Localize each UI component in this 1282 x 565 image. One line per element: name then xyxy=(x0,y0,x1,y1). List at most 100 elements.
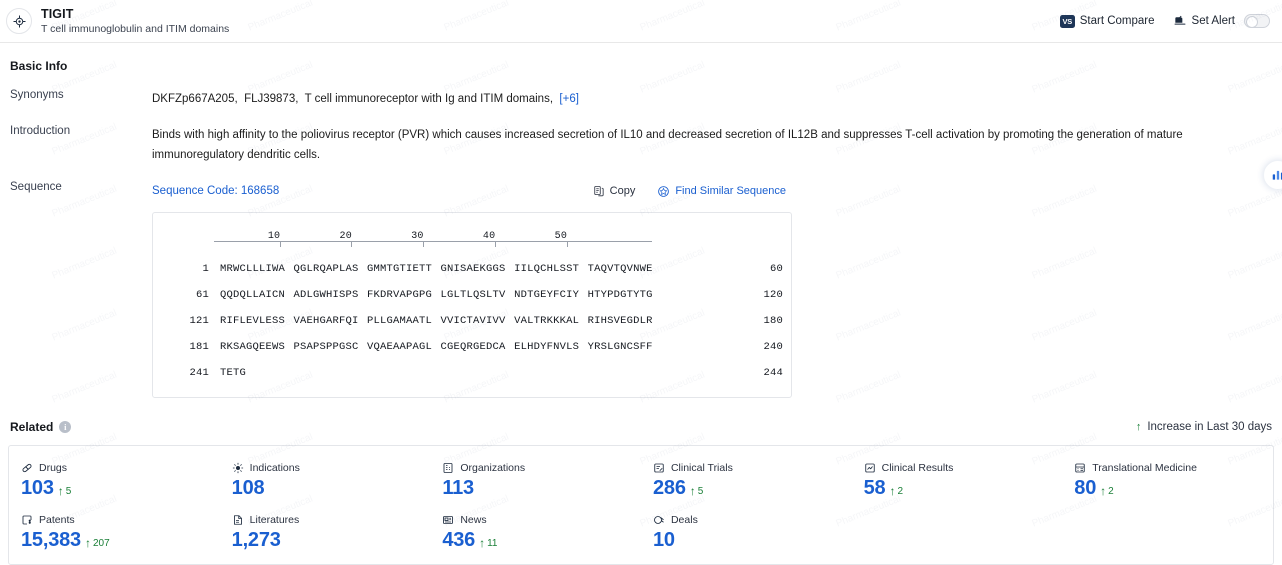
sequence-chunk: RKSAGQEEWS xyxy=(220,341,286,353)
card-header: News xyxy=(442,514,631,526)
card-header: Indications xyxy=(232,462,421,474)
related-title: Related xyxy=(10,420,54,434)
start-compare-button[interactable]: VS Start Compare xyxy=(1059,14,1155,28)
sequence-line: 61 QQDQLLAICN ADLGWHISPS FKDRVAPGPG LGLTLQSL… xyxy=(153,285,791,305)
card-header: Deals xyxy=(653,514,842,526)
find-similar-icon xyxy=(657,185,670,198)
sequence-chunk: GNISAEKGGS xyxy=(440,263,506,275)
related-title-wrap: Related i xyxy=(10,420,72,434)
sequence-chunk: VALTRKKKAL xyxy=(514,315,580,327)
card-label: News xyxy=(460,514,487,526)
sequence-actions: Copy Find Similar Sequence xyxy=(593,181,1274,201)
synonyms-row: Synonyms DKFZp667A205, FLJ39873, T cell … xyxy=(8,89,1274,109)
related-card-clinical-results[interactable]: Clinical Results 58 ↑ 2 xyxy=(852,456,1063,508)
related-card-organizations[interactable]: Organizations 113 xyxy=(430,456,641,508)
card-value-wrap: 286 ↑ 5 xyxy=(653,477,842,500)
introduction-row: Introduction Binds with high affinity to… xyxy=(8,125,1274,165)
bar-chart-icon xyxy=(1271,168,1282,182)
card-delta-count: 2 xyxy=(897,485,904,497)
sequence-code-link[interactable]: Sequence Code: 168658 xyxy=(152,181,279,201)
sequence-chunk: VQAEAAPAGL xyxy=(367,341,433,353)
card-value-wrap: 10 xyxy=(653,529,842,552)
sequence-header: Sequence Code: 168658 Copy Find Similar … xyxy=(152,181,1274,201)
sequence-end-index: 240 xyxy=(763,341,783,353)
sequence-chunks: TETG xyxy=(220,363,246,383)
related-card-translational-medicine[interactable]: Translational Medicine 80 ↑ 2 xyxy=(1062,456,1273,508)
patent-icon xyxy=(21,514,33,526)
card-count: 80 xyxy=(1074,477,1097,499)
card-value-wrap: 436 ↑ 11 xyxy=(442,529,631,552)
card-delta: ↑ 207 xyxy=(85,537,110,549)
sequence-ruler-labels: 10 20 30 40 50 xyxy=(153,227,791,242)
card-count: 10 xyxy=(652,529,675,551)
card-value-wrap: 103 ↑ 5 xyxy=(21,477,210,500)
card-count: 436 xyxy=(442,529,476,551)
sequence-chunk: FKDRVAPGPG xyxy=(367,289,433,301)
sequence-start-index: 121 xyxy=(189,315,209,327)
sequence-line: 1 MRWCLLLIWA QGLRQAPLAS GMMTGTIETT GNISAEKGG… xyxy=(153,259,791,279)
card-header: Drugs xyxy=(21,462,210,474)
copy-label: Copy xyxy=(609,185,636,197)
card-value-wrap: 58 ↑ 2 xyxy=(864,477,1053,500)
sequence-chunk: LGLTLQSLTV xyxy=(440,289,506,301)
sequence-chunk: QGLRQAPLAS xyxy=(293,263,359,275)
related-card-news[interactable]: News 436 ↑ 11 xyxy=(430,508,641,560)
info-icon[interactable]: i xyxy=(59,421,72,433)
synonyms-label: Synonyms xyxy=(10,89,64,101)
sequence-chunk: PLLGAMAATL xyxy=(367,315,433,327)
related-card-drugs[interactable]: Drugs 103 ↑ 5 xyxy=(9,456,220,508)
page-subtitle: T cell immunoglobulin and ITIM domains xyxy=(41,23,230,36)
sequence-chunks: MRWCLLLIWA QGLRQAPLAS GMMTGTIETT GNISAEKGGS… xyxy=(220,259,653,279)
card-count: 286 xyxy=(652,477,686,499)
card-delta-count: 207 xyxy=(92,537,110,549)
set-alert-button[interactable]: Set Alert xyxy=(1173,14,1270,28)
arrow-up-icon: ↑ xyxy=(84,536,91,550)
related-card-patents[interactable]: Patents 15,383 ↑ 207 xyxy=(9,508,220,560)
introduction-label: Introduction xyxy=(10,125,71,137)
start-compare-label: Start Compare xyxy=(1079,15,1155,27)
copy-button[interactable]: Copy xyxy=(593,181,636,201)
basic-info-title: Basic Info xyxy=(10,59,68,73)
related-card-deals[interactable]: Deals 10 xyxy=(641,508,852,560)
capsule-icon xyxy=(21,462,33,474)
sequence-chunks: RKSAGQEEWS PSAPSPPGSC VQAEAAPAGL CGEQRGEDCA… xyxy=(220,337,653,357)
sequence-chunk: QQDQLLAICN xyxy=(220,289,286,301)
arrow-up-icon: ↑ xyxy=(57,484,64,498)
sequence-chunks: RIFLEVLESS VAEHGARFQI PLLGAMAATL VVICTAVIVV… xyxy=(220,311,653,331)
sequence-chunk: GMMTGTIETT xyxy=(367,263,433,275)
literature-icon xyxy=(232,514,244,526)
find-similar-sequence-button[interactable]: Find Similar Sequence xyxy=(657,181,786,201)
related-card-indications[interactable]: Indications 108 xyxy=(220,456,431,508)
card-label: Translational Medicine xyxy=(1092,462,1197,474)
card-value-wrap: 1,273 xyxy=(232,529,421,552)
sequence-end-index: 60 xyxy=(769,263,783,275)
card-label: Literatures xyxy=(249,514,300,526)
news-icon xyxy=(442,514,454,526)
related-card-clinical-trials[interactable]: Clinical Trials 286 ↑ 5 xyxy=(641,456,852,508)
sequence-body: Sequence Code: 168658 Copy Find Similar … xyxy=(152,181,1274,398)
card-value-wrap: 80 ↑ 2 xyxy=(1074,477,1263,500)
card-delta: ↑ 5 xyxy=(690,485,704,497)
card-value-wrap: 108 xyxy=(232,477,421,500)
sequence-start-index: 61 xyxy=(195,289,209,301)
synonyms-value: DKFZp667A205, FLJ39873, T cell immunorec… xyxy=(152,89,1274,109)
card-label: Clinical Trials xyxy=(670,462,733,474)
sequence-end-index: 180 xyxy=(763,315,783,327)
set-alert-toggle[interactable] xyxy=(1244,14,1270,28)
card-count: 113 xyxy=(442,477,474,499)
card-delta: ↑ 11 xyxy=(479,537,497,549)
sequence-chunk: PSAPSPPGSC xyxy=(293,341,359,353)
sequence-end-index: 244 xyxy=(763,367,783,379)
sequence-line: 241 TETG 244 xyxy=(153,363,791,383)
card-delta-count: 2 xyxy=(1108,485,1114,497)
card-count: 108 xyxy=(231,477,265,499)
sequence-chunk: ELHDYFNVLS xyxy=(514,341,580,353)
card-delta: ↑ 5 xyxy=(58,485,72,497)
sequence-start-index: 181 xyxy=(189,341,209,353)
related-card-literatures[interactable]: Literatures 1,273 xyxy=(220,508,431,560)
synonyms-more-link[interactable]: [+6] xyxy=(559,93,579,105)
sequence-end-index: 120 xyxy=(763,289,783,301)
clipboard-icon xyxy=(653,462,665,474)
sequence-chunk: CGEQRGEDCA xyxy=(440,341,506,353)
arrow-up-icon: ↑ xyxy=(1135,420,1142,433)
